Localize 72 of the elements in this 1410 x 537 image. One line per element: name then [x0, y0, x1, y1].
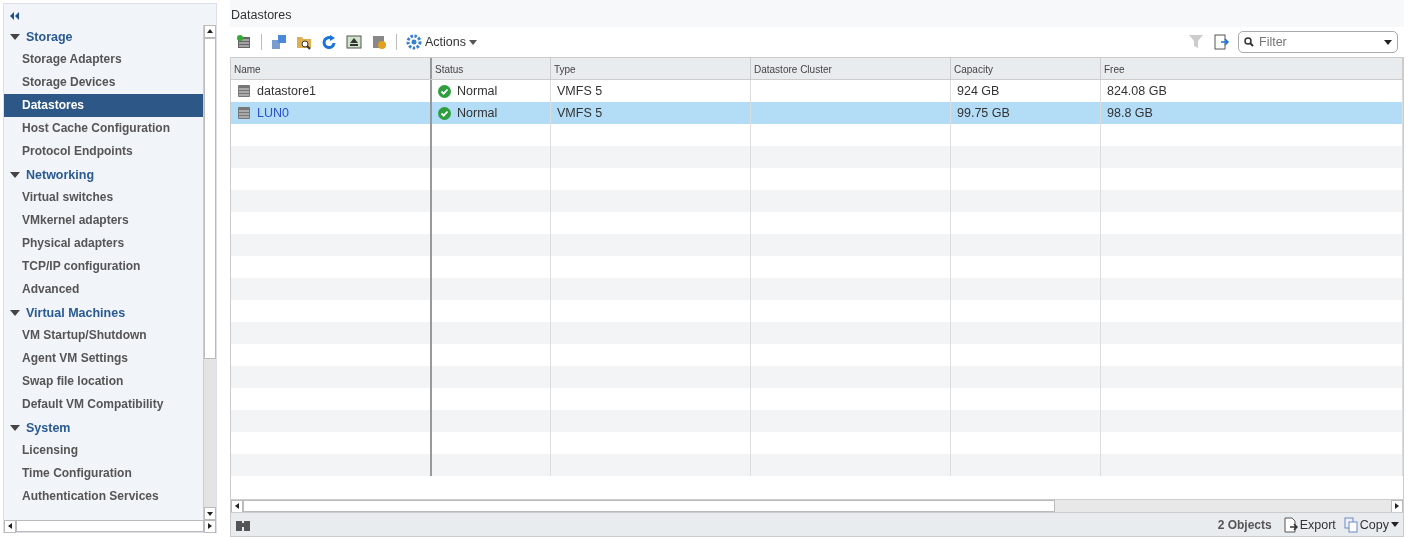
search-icon: [1244, 37, 1254, 47]
sidebar-item[interactable]: VM Startup/Shutdown: [4, 324, 203, 347]
scroll-left-button[interactable]: [231, 499, 243, 513]
column-header[interactable]: Capacity: [951, 58, 1101, 79]
copy-button[interactable]: Copy: [1343, 516, 1399, 533]
caret-icon: [1391, 522, 1399, 527]
scroll-down-button[interactable]: [204, 507, 216, 520]
sidebar-item[interactable]: VMkernel adapters: [4, 209, 203, 232]
scroll-left-button[interactable]: [4, 519, 16, 533]
sidebar-item[interactable]: Advanced: [4, 278, 203, 301]
export-button[interactable]: Export: [1283, 516, 1336, 533]
status-text: Normal: [457, 84, 498, 98]
table-cell: VMFS 5: [557, 84, 603, 98]
dropdown-caret-icon[interactable]: [1384, 40, 1392, 45]
caret-icon[interactable]: [10, 309, 20, 316]
datastore-name[interactable]: datastore1: [257, 84, 317, 98]
sidebar-item[interactable]: TCP/IP configuration: [4, 255, 203, 278]
sidebar-item[interactable]: Authentication Services: [4, 485, 203, 508]
table-cell: 824.08 GB: [1107, 84, 1167, 98]
refresh-icon[interactable]: [321, 34, 337, 50]
table-cell: 99.75 GB: [957, 106, 1010, 120]
add-datastore-icon[interactable]: [236, 34, 252, 50]
sidebar-item[interactable]: Agent VM Settings: [4, 347, 203, 370]
upload-icon[interactable]: [346, 34, 362, 50]
horizontal-scrollbar[interactable]: [231, 499, 1403, 512]
actions-menu[interactable]: Actions: [406, 34, 477, 50]
column-header[interactable]: Status: [432, 58, 551, 79]
caret-icon[interactable]: [10, 171, 20, 178]
export-icon: [1283, 516, 1298, 533]
datastore-icon: [237, 84, 251, 98]
caret-icon[interactable]: [10, 424, 20, 431]
sidebar-item[interactable]: Datastores: [4, 94, 203, 117]
column-header[interactable]: Free: [1101, 58, 1403, 79]
column-header[interactable]: Name: [231, 58, 432, 79]
sidebar-item[interactable]: Default VM Compatibility: [4, 393, 203, 416]
sidebar-item[interactable]: Storage Devices: [4, 71, 203, 94]
sidebar-item[interactable]: Swap file location: [4, 370, 203, 393]
scroll-right-button[interactable]: [1391, 499, 1403, 513]
sidebar-item[interactable]: Host Cache Configuration: [4, 117, 203, 140]
table-cell: VMFS 5: [557, 106, 603, 120]
collapse-icon[interactable]: [10, 12, 20, 20]
scroll-thumb[interactable]: [243, 500, 1055, 512]
sidebar-group[interactable]: System: [4, 416, 203, 439]
panel-title: Datastores: [230, 0, 1404, 27]
object-count: 2 Objects: [1217, 517, 1272, 532]
sidebar-item[interactable]: Storage Adapters: [4, 48, 203, 71]
sidebar-item[interactable]: Licensing: [4, 439, 203, 462]
folder-search-icon[interactable]: [296, 34, 312, 50]
scroll-up-button[interactable]: [204, 25, 216, 38]
filter-field[interactable]: Filter: [1238, 31, 1398, 53]
caret-icon[interactable]: [10, 33, 20, 40]
caret-icon: [469, 39, 477, 45]
datastore-name[interactable]: LUN0: [257, 106, 289, 120]
datastore-icon: [237, 106, 251, 120]
scroll-thumb[interactable]: [204, 38, 216, 359]
sidebar-group[interactable]: Virtual Machines: [4, 301, 203, 324]
sidebar-item[interactable]: Protocol Endpoints: [4, 140, 203, 163]
sidebar-group[interactable]: Storage: [4, 25, 203, 48]
column-header[interactable]: Datastore Cluster: [751, 58, 951, 79]
column-header[interactable]: Type: [551, 58, 751, 79]
gear-icon: [406, 34, 422, 50]
sidebar-group[interactable]: Networking: [4, 163, 203, 186]
sidebar-item[interactable]: Virtual switches: [4, 186, 203, 209]
column-select-icon[interactable]: [1213, 34, 1229, 50]
status-text: Normal: [457, 106, 498, 120]
copy-icon[interactable]: [271, 34, 287, 50]
vertical-scrollbar[interactable]: [203, 25, 216, 520]
sidebar-item[interactable]: Physical adapters: [4, 232, 203, 255]
table-cell: 98.8 GB: [1107, 106, 1153, 120]
sidebar-item[interactable]: Time Configuration: [4, 462, 203, 485]
copy-icon: [1343, 516, 1358, 533]
table-cell: 924 GB: [957, 84, 1000, 98]
